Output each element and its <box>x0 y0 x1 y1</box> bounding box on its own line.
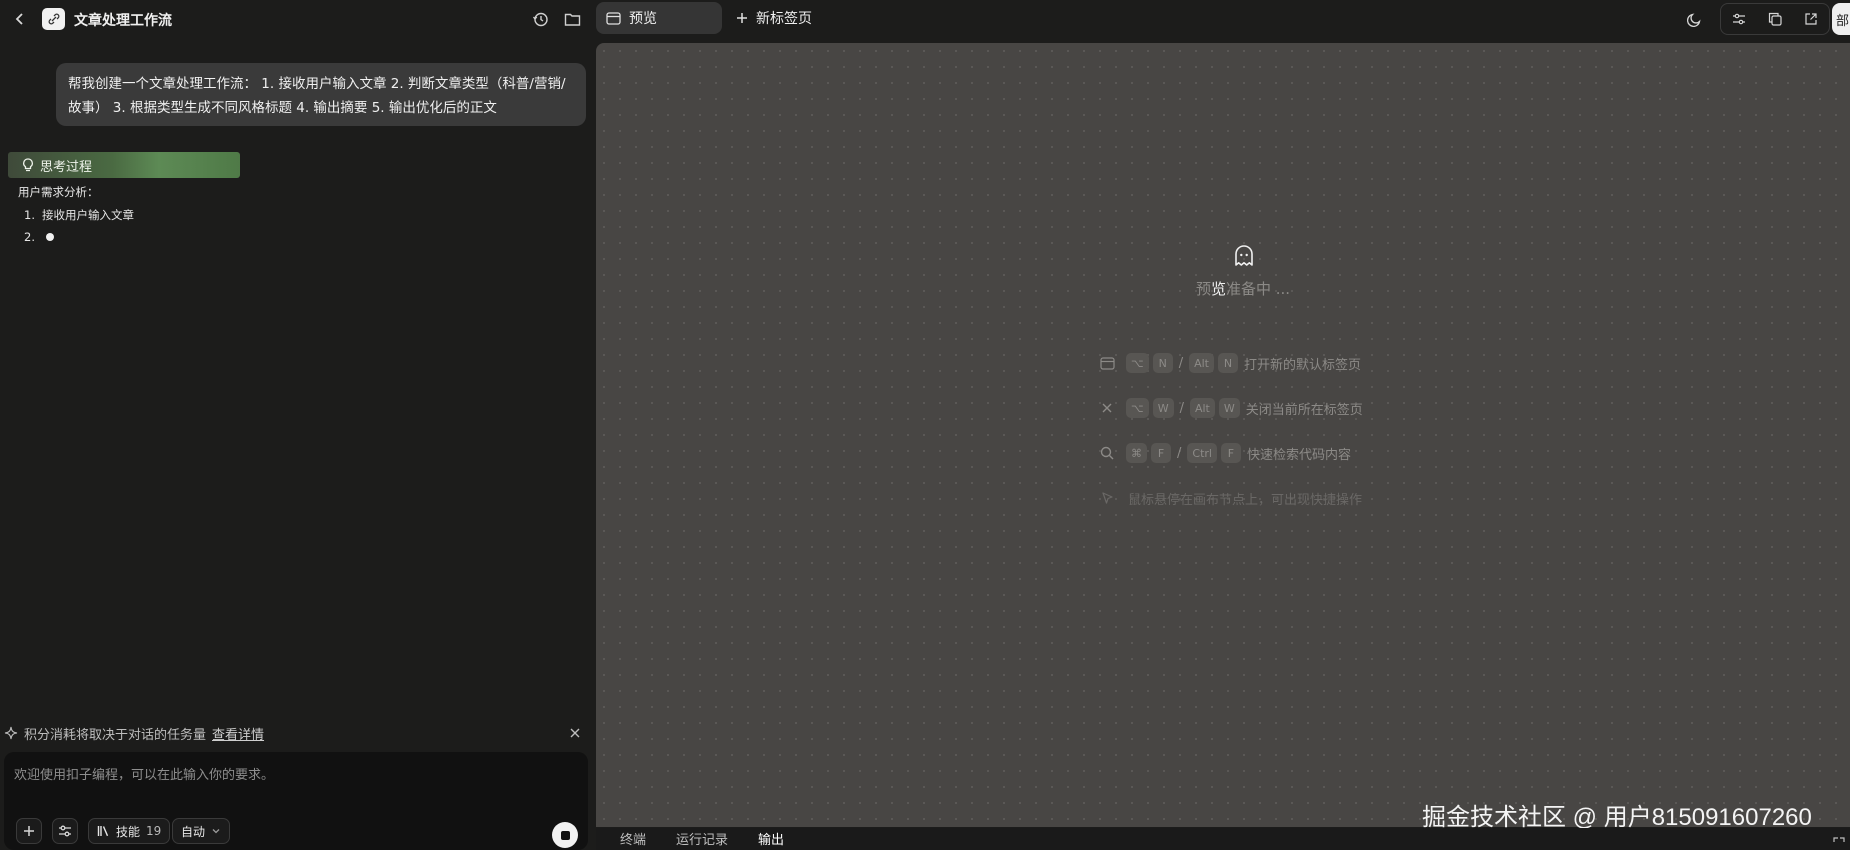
separator: / <box>1178 355 1184 371</box>
list-item: 1. 接收用户输入文章 <box>24 204 134 226</box>
thinking-process-toggle[interactable]: 思考过程 <box>8 152 240 178</box>
status-text-post: 准备中 ... <box>1225 280 1291 298</box>
key: W <box>1218 398 1240 418</box>
key: N <box>1152 353 1173 373</box>
key: ⌘ <box>1126 443 1147 463</box>
link-icon <box>42 8 65 30</box>
plus-icon <box>736 12 748 24</box>
view-details-link[interactable]: 查看详情 <box>212 724 264 743</box>
credits-text: 积分消耗将取决于对话的任务量 <box>24 727 207 743</box>
external-link-icon[interactable] <box>1804 12 1818 26</box>
separator: / <box>1177 445 1182 461</box>
skills-button[interactable]: 技能 19 <box>88 818 171 844</box>
key: F <box>1220 443 1241 463</box>
tab-run-log[interactable]: 运行记录 <box>676 832 728 850</box>
app-title: 文章处理工作流 <box>74 13 172 29</box>
shortcut-desc: 关闭当前所在标签页 <box>1245 402 1363 418</box>
expand-icon[interactable] <box>1832 836 1846 850</box>
plus-icon <box>24 826 34 836</box>
prompt-input[interactable] <box>14 764 574 786</box>
tab-output[interactable]: 输出 <box>758 832 784 850</box>
key: N <box>1217 353 1238 373</box>
shortcut-close-tab: ⌥ W / Alt W 关闭当前所在标签页 <box>1098 397 1363 419</box>
list-number: 1. <box>24 208 35 222</box>
stop-icon <box>560 830 570 840</box>
preview-panel: 预览 新标签页 部 预览准备中 ... ⌥ N / Alt N 打开新的默认标签… <box>596 0 1850 850</box>
new-tab-button[interactable]: 新标签页 <box>736 2 812 34</box>
preview-toolbar <box>1720 3 1830 35</box>
cursor-icon <box>1098 489 1116 507</box>
search-icon <box>1098 444 1116 462</box>
key: Alt <box>1189 353 1214 373</box>
analysis-list: 1. 接收用户输入文章 2. <box>24 204 134 248</box>
status-text-highlight: 览 <box>1210 280 1226 298</box>
preview-canvas[interactable]: 预览准备中 ... ⌥ N / Alt N 打开新的默认标签页 ⌥ W / Al… <box>596 43 1850 831</box>
lightbulb-icon <box>22 158 34 172</box>
tab-terminal[interactable]: 终端 <box>620 832 646 850</box>
key: Ctrl <box>1187 443 1217 463</box>
key: W <box>1152 398 1174 418</box>
list-number: 2. <box>24 230 35 244</box>
tab-preview-label: 预览 <box>629 11 657 27</box>
library-icon <box>97 825 110 837</box>
analysis-title: 用户需求分析： <box>18 185 99 199</box>
separator: / <box>1179 400 1184 416</box>
key: F <box>1151 443 1171 463</box>
moon-icon[interactable] <box>1684 9 1704 29</box>
browser-icon <box>606 11 621 25</box>
copy-icon[interactable] <box>1768 12 1782 26</box>
new-tab-label: 新标签页 <box>756 11 812 27</box>
chat-header: 文章处理工作流 <box>0 0 596 38</box>
bottom-panel-tabs: 终端 运行记录 输出 <box>596 828 1850 850</box>
chat-panel: 文章处理工作流 帮我创建一个文章处理工作流： 1. 接收用户输入文章 2. 判断… <box>0 0 596 850</box>
browser-icon <box>1098 354 1116 372</box>
chevron-down-icon <box>211 826 221 836</box>
skills-label: 技能 <box>116 824 141 839</box>
user-message-bubble: 帮我创建一个文章处理工作流： 1. 接收用户输入文章 2. 判断文章类型（科普/… <box>56 63 586 126</box>
credits-notice: 积分消耗将取决于对话的任务量 查看详情 <box>0 722 596 744</box>
skills-count: 19 <box>146 824 162 838</box>
watermark: 掘金技术社区 @ 用户815091607260 <box>1422 804 1812 831</box>
stop-generation-button[interactable] <box>552 822 578 848</box>
list-item: 2. <box>24 226 134 248</box>
shortcut-search: ⌘ F / Ctrl F 快速检索代码内容 <box>1098 442 1351 464</box>
sparkle-icon <box>4 726 18 740</box>
prompt-composer: 技能 19 自动 <box>4 752 588 850</box>
mode-select[interactable]: 自动 <box>172 818 231 844</box>
back-chevron-icon[interactable] <box>10 9 30 29</box>
preview-status: 预览准备中 ... <box>1192 278 1294 299</box>
shortcut-desc: 快速检索代码内容 <box>1246 447 1351 463</box>
shortcut-desc: 打开新的默认标签页 <box>1243 357 1361 373</box>
ghost-icon <box>1232 244 1256 268</box>
key: ⌥ <box>1126 353 1149 373</box>
shortcut-hover-hint: 鼠标悬停在画布节点上，可出现快捷操作 <box>1098 487 1362 509</box>
settings-button[interactable] <box>52 818 78 844</box>
thinking-label: 思考过程 <box>40 159 93 175</box>
history-icon[interactable] <box>530 9 550 29</box>
typing-cursor <box>46 233 54 241</box>
shortcut-desc: 鼠标悬停在画布节点上，可出现快捷操作 <box>1128 492 1363 508</box>
key: Alt <box>1189 398 1215 418</box>
folder-icon[interactable] <box>562 9 582 29</box>
close-icon[interactable] <box>566 724 584 742</box>
list-text: 接收用户输入文章 <box>42 208 134 222</box>
tab-preview[interactable]: 预览 <box>596 2 722 34</box>
status-text-pre: 预 <box>1195 280 1211 298</box>
close-icon <box>1098 399 1116 417</box>
sliders-icon <box>59 825 71 837</box>
shortcut-new-tab: ⌥ N / Alt N 打开新的默认标签页 <box>1098 352 1361 374</box>
tab-bar: 预览 新标签页 部 <box>596 0 1850 40</box>
mode-label: 自动 <box>181 824 206 839</box>
add-button[interactable] <box>16 818 42 844</box>
sliders-icon[interactable] <box>1732 12 1746 26</box>
deploy-button[interactable]: 部 <box>1832 3 1850 35</box>
key: ⌥ <box>1126 398 1149 418</box>
